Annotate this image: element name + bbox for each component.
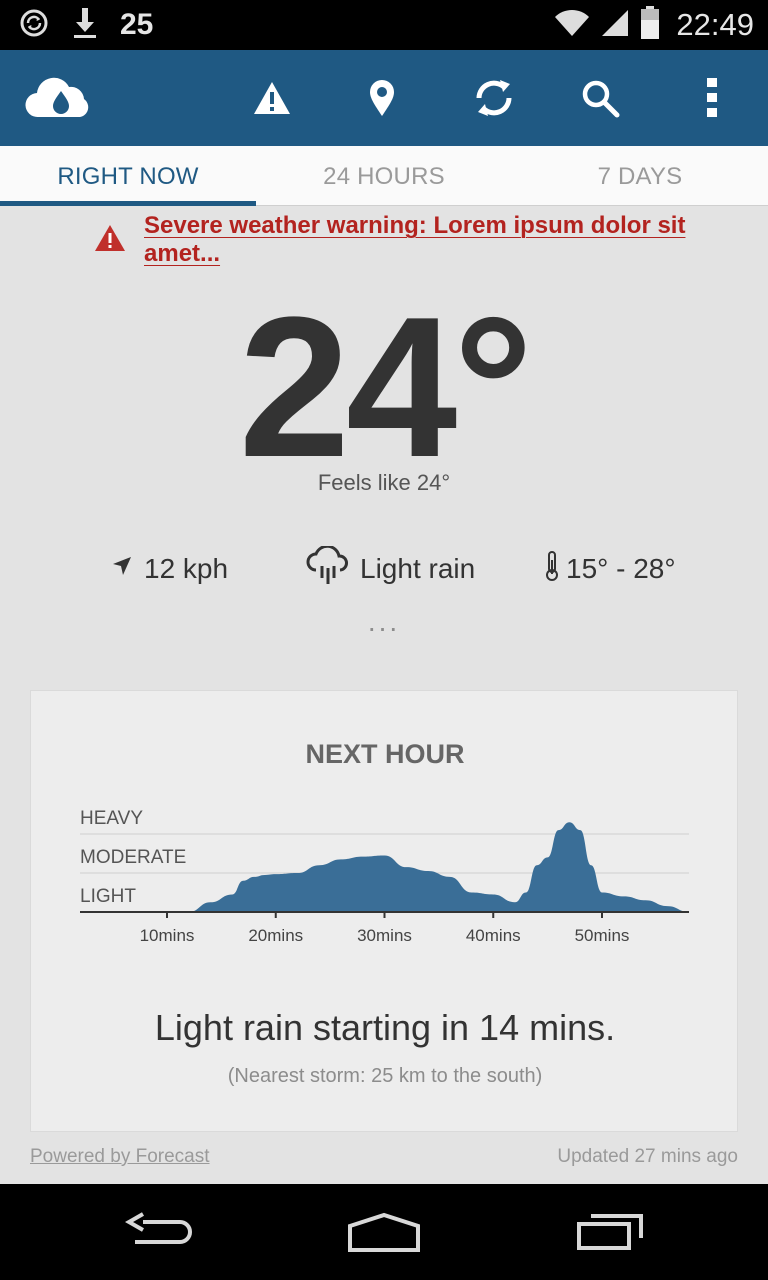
signal-icon <box>600 8 630 43</box>
back-icon <box>125 1212 192 1244</box>
current-temperature: 24° <box>238 276 533 499</box>
back-button[interactable] <box>110 1204 210 1260</box>
recent-apps-button[interactable] <box>560 1204 660 1260</box>
cloud-drop-icon[interactable] <box>24 74 90 122</box>
nearest-storm: (Nearest storm: 25 km to the south) <box>227 1065 543 1087</box>
notification-count: 25 <box>120 8 154 41</box>
download-icon <box>72 6 98 45</box>
next-hour-title: NEXT HOUR <box>305 739 465 769</box>
overflow-menu-icon[interactable] <box>688 74 736 122</box>
condition-stat: Light rain <box>306 544 476 593</box>
status-right: 22:49 <box>554 5 754 45</box>
location-icon[interactable] <box>358 74 406 122</box>
updated-time: Updated 27 mins ago <box>557 1146 738 1167</box>
battery-icon <box>640 5 660 45</box>
nav-bar <box>0 1184 768 1280</box>
feels-like: Feels like 24° <box>317 470 451 495</box>
chart-level-label: HEAVY <box>80 808 143 829</box>
warning-icon[interactable] <box>248 74 296 122</box>
precip-summary: Light rain starting in 14 mins. <box>154 1007 616 1048</box>
chart-x-tick-label: 30mins <box>357 926 412 945</box>
chart-level-label: MODERATE <box>80 847 186 868</box>
home-button[interactable] <box>334 1204 434 1260</box>
clock: 22:49 <box>676 7 754 42</box>
tab-24-hours[interactable]: 24 HOURS <box>256 146 512 206</box>
chart-x-tick-label: 50mins <box>575 926 630 945</box>
app-bar <box>0 50 768 146</box>
chart-x-tick-label: 10mins <box>140 926 195 945</box>
temperature-range-stat: 15° - 28° <box>544 548 676 590</box>
next-hour-card: NEXT HOUR HEAVY MODERATE LIGHT 10mins 20mins… <box>30 690 738 1132</box>
home-icon <box>348 1212 420 1252</box>
next-hour-precip-chart: HEAVY MODERATE LIGHT10mins 20mins 30mins 40mi… <box>80 808 689 945</box>
temperature-range: 15° - 28° <box>566 553 676 584</box>
search-icon[interactable] <box>576 74 624 122</box>
current-stats: 12 kph Light rain 15° - 28° <box>0 544 768 593</box>
wind-stat: 12 kph <box>110 548 228 590</box>
rain-cloud-icon <box>306 544 350 593</box>
chart-level-label: LIGHT <box>80 886 136 907</box>
tab-right-now[interactable]: RIGHT NOW <box>0 146 256 206</box>
tab-7-days[interactable]: 7 DAYS <box>512 146 768 206</box>
warning-icon <box>94 224 126 257</box>
powered-by-link[interactable]: Powered by Forecast <box>30 1146 210 1168</box>
recent-apps-icon <box>577 1214 643 1250</box>
wind-speed: 12 kph <box>144 553 229 584</box>
status-left: 25 <box>18 6 153 44</box>
status-bar: 25 22:49 <box>0 0 768 50</box>
wind-direction-icon <box>110 553 134 585</box>
tab-bar: RIGHT NOW 24 HOURS 7 DAYS <box>0 146 768 206</box>
more-details-dots[interactable]: ... <box>366 608 402 636</box>
chart-x-tick-label: 20mins <box>248 926 303 945</box>
condition-text: Light rain <box>360 553 476 584</box>
refresh-icon[interactable] <box>470 74 518 122</box>
chart-x-tick-label: 40mins <box>466 926 521 945</box>
warning-text: Severe weather warning: Lorem ipsum dolo… <box>144 212 686 267</box>
severe-weather-warning[interactable]: Severe weather warning: Lorem ipsum dolo… <box>94 212 768 267</box>
sync-icon <box>18 7 50 44</box>
thermometer-icon <box>544 550 560 589</box>
wifi-icon <box>554 8 590 43</box>
